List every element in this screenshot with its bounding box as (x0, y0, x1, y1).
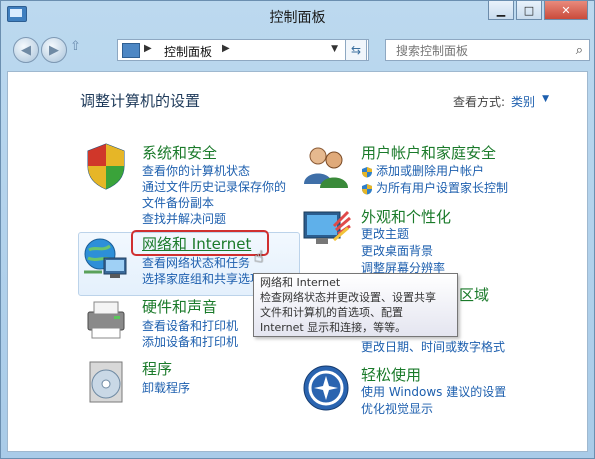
tooltip-line: Internet 显示和连接，等等。 (260, 321, 407, 334)
uac-shield-icon (361, 163, 373, 178)
window-controls: ▁ □ ✕ (486, 1, 588, 20)
link-network-status[interactable]: 查看网络状态和任务 (142, 254, 250, 271)
search-input[interactable] (394, 42, 568, 60)
link-troubleshoot[interactable]: 查找并解决问题 (142, 210, 226, 227)
link-view-computer-status[interactable]: 查看你的计算机状态 (142, 162, 250, 179)
link-file-history-cont[interactable]: 文件备份副本 (142, 194, 214, 211)
link-parental-controls[interactable]: 为所有用户设置家长控制 (376, 179, 508, 196)
view-by-dropdown-icon[interactable]: ▼ (542, 94, 549, 104)
up-button[interactable]: ⇧ (70, 39, 86, 59)
category-clock-region[interactable]: 区域 (459, 284, 489, 305)
link-add-remove-users[interactable]: 添加或删除用户帐户 (376, 162, 484, 179)
tooltip-line: 文件和计算机的首选项、配置 (260, 306, 403, 319)
link-view-devices[interactable]: 查看设备和打印机 (142, 317, 238, 334)
view-by-select[interactable]: 类别 (511, 93, 535, 110)
link-change-background[interactable]: 更改桌面背景 (361, 242, 433, 259)
search-box[interactable]: ⌕ (385, 39, 590, 61)
address-bar[interactable]: ▶ 控制面板 ▶ ▼ (117, 39, 369, 61)
close-icon: ✕ (561, 3, 571, 17)
category-appearance[interactable]: 外观和个性化 (361, 206, 451, 227)
link-homegroup[interactable]: 选择家庭组和共享选项 (142, 270, 262, 287)
uac-shield-icon (361, 180, 373, 195)
tooltip-line: 检查网络状态并更改设置、设置共享 (260, 291, 436, 304)
network-globe-icon (84, 238, 127, 278)
maximize-icon: □ (523, 3, 535, 17)
printer-icon (87, 301, 125, 339)
link-uninstall-program[interactable]: 卸载程序 (142, 379, 190, 396)
category-network-internet[interactable]: 网络和 Internet (142, 233, 251, 254)
link-file-history[interactable]: 通过文件历史记录保存你的 (142, 178, 286, 195)
link-optimize-visual[interactable]: 优化视觉显示 (361, 400, 433, 417)
network-tooltip: 网络和 Internet 检查网络状态并更改设置、设置共享 文件和计算机的首选项… (253, 273, 458, 337)
link-change-theme[interactable]: 更改主题 (361, 225, 409, 242)
category-programs[interactable]: 程序 (142, 358, 172, 379)
shield-icon (87, 143, 125, 190)
address-dropdown-icon[interactable]: ▼ (331, 44, 338, 54)
control-panel-location-icon (122, 43, 140, 58)
refresh-icon: ⇆ (350, 43, 362, 57)
category-user-accounts[interactable]: 用户帐户和家庭安全 (361, 142, 496, 163)
tooltip-line: 网络和 Internet (260, 276, 341, 289)
main-content: 调整计算机的设置 查看方式: 类别 ▼ 系统和安全 查看你的计算机状态 通过文件… (7, 71, 588, 452)
link-add-device[interactable]: 添加设备和打印机 (142, 333, 238, 350)
breadcrumb-control-panel[interactable]: 控制面板 (164, 43, 212, 60)
forward-arrow-icon: ▶ (49, 42, 59, 58)
minimize-button[interactable]: ▁ (488, 1, 514, 20)
control-panel-window: 控制面板 ▁ □ ✕ ◀ ▶ ⇧ ▶ 控制面板 ▶ ▼ ⇆ ⌕ 调整计算机的设置… (0, 0, 595, 459)
appearance-monitor-icon (303, 210, 351, 244)
navigation-bar: ◀ ▶ ⇧ ▶ 控制面板 ▶ ▼ ⇆ ⌕ (7, 34, 590, 66)
page-heading: 调整计算机的设置 (80, 92, 201, 110)
programs-disc-icon (89, 361, 123, 403)
ease-of-access-icon (303, 365, 349, 411)
category-ease-of-access[interactable]: 轻松使用 (361, 364, 421, 385)
search-icon[interactable]: ⌕ (576, 43, 583, 58)
breadcrumb-separator-icon[interactable]: ▶ (222, 43, 230, 54)
category-system-security[interactable]: 系统和安全 (142, 142, 217, 163)
hand-cursor-icon: ☝ (254, 247, 264, 266)
breadcrumb-separator-icon[interactable]: ▶ (144, 43, 152, 54)
minimize-icon: ▁ (496, 3, 506, 17)
link-recommended-settings[interactable]: 使用 Windows 建议的设置 (361, 383, 506, 400)
forward-button[interactable]: ▶ (41, 37, 67, 63)
link-change-date-format[interactable]: 更改日期、时间或数字格式 (361, 338, 505, 355)
users-icon (304, 147, 348, 188)
close-button[interactable]: ✕ (544, 1, 588, 20)
up-arrow-icon: ⇧ (70, 39, 81, 54)
maximize-button[interactable]: □ (516, 1, 542, 20)
back-arrow-icon: ◀ (21, 42, 31, 58)
title-bar[interactable]: 控制面板 ▁ □ ✕ (1, 1, 594, 33)
back-button[interactable]: ◀ (13, 37, 39, 63)
view-by-label: 查看方式: (452, 95, 505, 109)
refresh-button[interactable]: ⇆ (345, 39, 367, 61)
category-hardware-sound[interactable]: 硬件和声音 (142, 296, 217, 317)
